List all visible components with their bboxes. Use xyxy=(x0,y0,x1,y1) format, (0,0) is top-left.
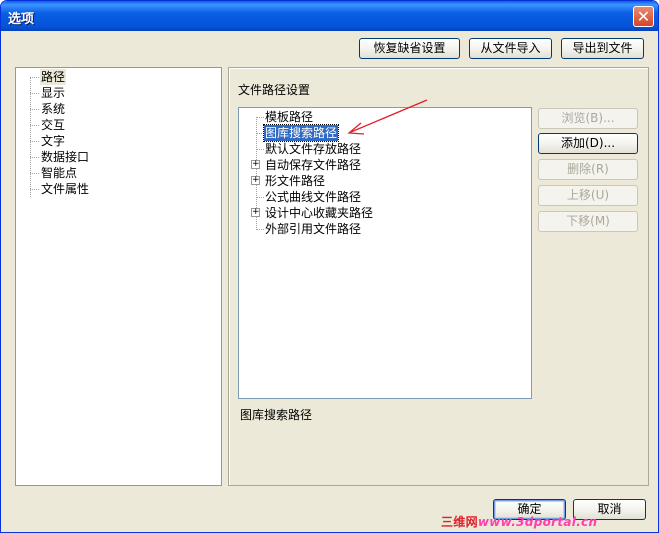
tree-guide-line xyxy=(30,141,39,142)
tree-guide-line xyxy=(30,125,39,126)
tree-item-library-search-path[interactable]: 图库搜索路径 xyxy=(262,124,340,142)
delete-button[interactable]: 删除(R) xyxy=(538,159,638,180)
tree-guide-line xyxy=(256,197,264,198)
import-from-file-button[interactable]: 从文件导入 xyxy=(469,38,552,59)
tree-guide-line xyxy=(30,173,39,174)
tree-guide-line xyxy=(30,77,31,197)
move-down-button[interactable]: 下移(M) xyxy=(538,211,638,232)
close-icon: ✕ xyxy=(636,6,651,26)
nav-item-paths[interactable]: 路径 xyxy=(40,69,67,85)
watermark-site-name: 三维网 xyxy=(441,515,478,529)
tree-guide-line xyxy=(30,157,39,158)
section-title: 文件路径设置 xyxy=(238,83,311,97)
expand-icon[interactable]: + xyxy=(251,208,260,217)
tree-guide-line xyxy=(256,117,264,118)
tree-guide-line xyxy=(256,229,264,230)
tree-item-shape-file-path[interactable]: 形文件路径 xyxy=(264,173,326,189)
tree-guide-line xyxy=(30,77,39,78)
tree-guide-line xyxy=(30,93,39,94)
export-to-file-button[interactable]: 导出到文件 xyxy=(561,38,644,59)
tree-guide-line xyxy=(30,189,39,190)
title-bar[interactable]: 选项 ✕ xyxy=(1,1,658,31)
nav-item-text[interactable]: 文字 xyxy=(40,133,66,149)
nav-item-display[interactable]: 显示 xyxy=(40,85,66,101)
watermark-url: www.3dportal.cn xyxy=(477,515,598,529)
nav-item-system[interactable]: 系统 xyxy=(40,101,66,117)
watermark: 三维网www.3dportal.cn xyxy=(441,513,597,529)
restore-defaults-button[interactable]: 恢复缺省设置 xyxy=(359,38,460,59)
tree-guide-line xyxy=(256,133,264,134)
expand-icon[interactable]: + xyxy=(251,160,260,169)
add-button[interactable]: 添加(D)... xyxy=(538,133,638,154)
annotation-arrow-icon xyxy=(347,99,428,135)
window-title: 选项 xyxy=(8,12,35,27)
nav-item-interaction[interactable]: 交互 xyxy=(40,117,66,133)
expand-icon[interactable]: + xyxy=(251,176,260,185)
category-tree[interactable]: 路径 显示 系统 交互 文字 数据接口 智能点 文件属性 xyxy=(15,67,222,486)
tree-item-template-path[interactable]: 模板路径 xyxy=(264,109,314,125)
browse-button[interactable]: 浏览(B)... xyxy=(538,108,638,129)
options-dialog: 选项 ✕ 恢复缺省设置 从文件导入 导出到文件 路径 显示 系统 交互 文字 数… xyxy=(0,0,659,533)
file-path-tree[interactable]: + + + 模板路径 图库搜索路径 默认文件存放路径 自动保存文件路径 形文件路… xyxy=(238,107,532,399)
nav-item-smart-points[interactable]: 智能点 xyxy=(40,165,78,181)
tree-item-external-reference-path[interactable]: 外部引用文件路径 xyxy=(264,221,362,237)
nav-item-file-properties[interactable]: 文件属性 xyxy=(40,181,90,197)
tree-guide-line xyxy=(256,149,264,150)
selected-path-label: 图库搜索路径 xyxy=(240,408,313,422)
nav-item-data-interface[interactable]: 数据接口 xyxy=(40,149,90,165)
tree-item-formula-curve-path[interactable]: 公式曲线文件路径 xyxy=(264,189,362,205)
tree-item-default-save-path[interactable]: 默认文件存放路径 xyxy=(264,141,362,157)
tree-item-autosave-path[interactable]: 自动保存文件路径 xyxy=(264,157,362,173)
move-up-button[interactable]: 上移(U) xyxy=(538,185,638,206)
tree-item-design-center-favorites-path[interactable]: 设计中心收藏夹路径 xyxy=(264,205,374,221)
close-button[interactable]: ✕ xyxy=(633,6,654,27)
tree-guide-line xyxy=(30,109,39,110)
